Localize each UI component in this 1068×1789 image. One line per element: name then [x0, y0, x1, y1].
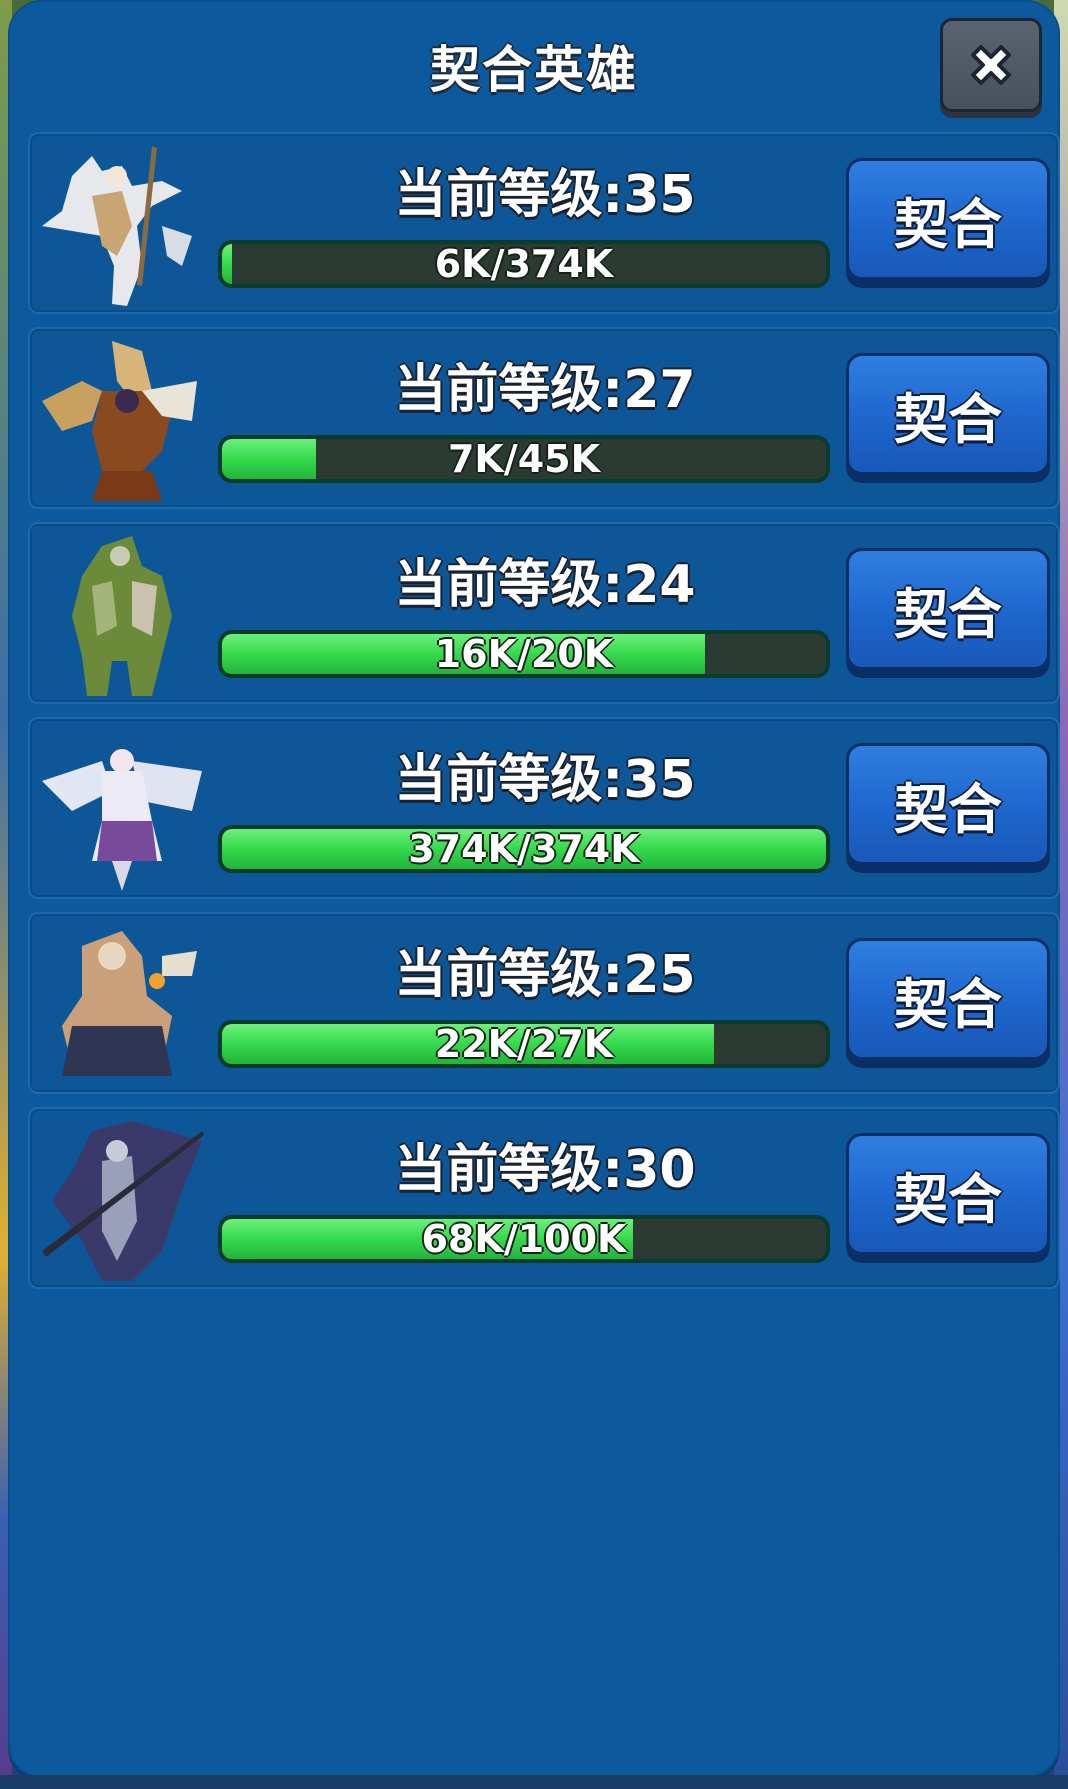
bond-button[interactable]: 契合 [846, 743, 1050, 865]
current-level-text: 当前等级:27 [394, 360, 696, 420]
bond-button[interactable]: 契合 [846, 938, 1050, 1060]
exp-progress-bar: 22K/27K [218, 1020, 830, 1068]
exp-progress-bar: 16K/20K [218, 630, 830, 678]
bond-button-label: 契合 [894, 192, 1002, 256]
hero-portrait-dark-reaper [42, 1121, 204, 1281]
bond-button-label: 契合 [894, 777, 1002, 841]
hero-row: 当前等级:25 22K/27K 契合 [28, 912, 1060, 1094]
bottom-tab-bar-edge [0, 1775, 1068, 1789]
bond-button-label: 契合 [894, 582, 1002, 646]
hero-portrait-white-armored-knight [42, 146, 192, 306]
hero-row: 当前等级:24 16K/20K 契合 [28, 522, 1060, 704]
hero-row: 当前等级:35 6K/374K 契合 [28, 132, 1060, 314]
hero-portrait-golden-winged-warrior [42, 341, 197, 501]
exp-progress-label: 22K/27K [434, 1022, 614, 1066]
exp-progress-bar: 68K/100K [218, 1215, 830, 1263]
bond-button[interactable]: 契合 [846, 548, 1050, 670]
bond-button[interactable]: 契合 [846, 353, 1050, 475]
current-level-text: 当前等级:24 [394, 555, 696, 615]
current-level-text: 当前等级:35 [394, 165, 696, 225]
hero-row: 当前等级:27 7K/45K 契合 [28, 327, 1060, 509]
exp-progress-label: 7K/45K [447, 437, 601, 481]
bond-button-label: 契合 [894, 387, 1002, 451]
exp-progress-bar: 374K/374K [218, 825, 830, 873]
bond-button[interactable]: 契合 [846, 1133, 1050, 1255]
dialog-title: 契合英雄 [430, 41, 638, 99]
exp-progress-label: 374K/374K [408, 827, 640, 871]
hero-portrait-winged-maid [42, 749, 202, 891]
current-level-text: 当前等级:25 [394, 945, 696, 1005]
exp-progress-label: 68K/100K [421, 1217, 627, 1261]
exp-progress-label: 6K/374K [434, 242, 614, 286]
bond-heroes-dialog: 契合英雄 当前等级:35 6K/374K 契合 当前等级:27 7K/45K 契… [8, 0, 1060, 1778]
bond-button[interactable]: 契合 [846, 158, 1050, 280]
hero-portrait-bearded-mage [62, 931, 197, 1076]
exp-progress-label: 16K/20K [434, 632, 614, 676]
bond-button-label: 契合 [894, 972, 1002, 1036]
exp-progress-bar: 7K/45K [218, 435, 830, 483]
hero-row: 当前等级:30 68K/100K 契合 [28, 1107, 1060, 1289]
close-x-icon [971, 45, 1011, 85]
hero-row: 当前等级:35 374K/374K 契合 [28, 717, 1060, 899]
close-button[interactable] [940, 18, 1042, 112]
current-level-text: 当前等级:35 [394, 750, 696, 810]
game-screen: 契合英雄 当前等级:35 6K/374K 契合 当前等级:27 7K/45K 契… [0, 0, 1068, 1789]
hero-portrait-green-stone-golem [72, 536, 172, 696]
bond-button-label: 契合 [894, 1167, 1002, 1231]
exp-progress-bar: 6K/374K [218, 240, 830, 288]
current-level-text: 当前等级:30 [394, 1140, 696, 1200]
